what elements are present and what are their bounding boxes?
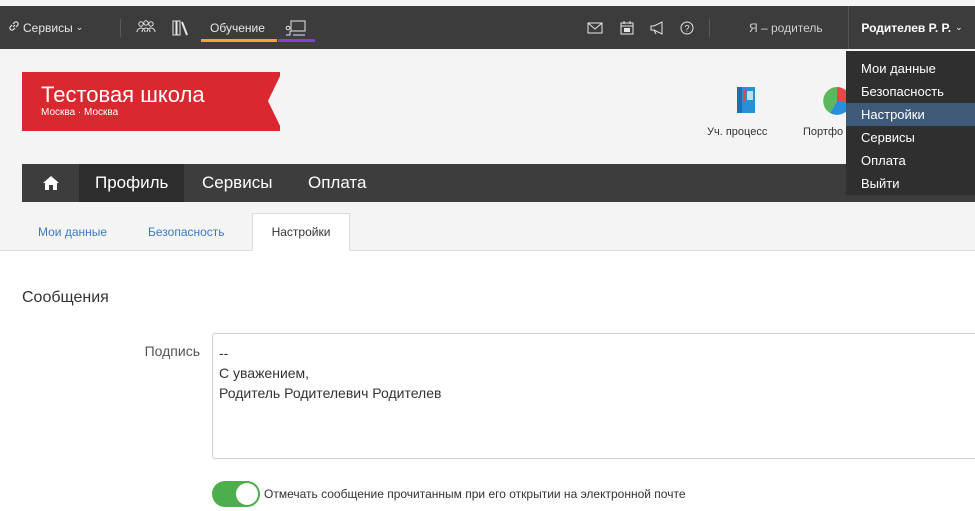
learning-underline xyxy=(201,39,277,42)
signature-textarea[interactable]: -- С уважением, Родитель Родителевич Род… xyxy=(212,333,975,459)
user-dropdown-menu: Мои данные Безопасность Настройки Сервис… xyxy=(846,51,975,195)
section-title: Сообщения xyxy=(22,289,109,306)
menu-item-logout[interactable]: Выйти xyxy=(846,172,975,195)
link-process[interactable]: Уч. процесс xyxy=(707,126,767,138)
help-icon[interactable]: ? xyxy=(680,6,694,49)
divider xyxy=(120,19,121,37)
user-name: Родителев Р. Р. xyxy=(861,20,952,35)
notebook-icon[interactable] xyxy=(735,86,757,119)
link-portfolio[interactable]: Портфо xyxy=(803,126,843,138)
tab-settings[interactable]: Настройки xyxy=(252,213,350,251)
library-icon[interactable] xyxy=(172,6,190,49)
calendar-icon[interactable] xyxy=(620,6,634,49)
whiteboard-icon[interactable] xyxy=(285,6,307,49)
mark-read-toggle[interactable] xyxy=(212,481,260,507)
home-icon[interactable] xyxy=(22,164,79,202)
user-menu-button[interactable]: Родителев Р. Р. ⌄ xyxy=(848,6,975,49)
signature-label: Подпись xyxy=(144,343,200,359)
nav-profile[interactable]: Профиль xyxy=(79,164,185,202)
people-icon[interactable] xyxy=(136,6,156,49)
nav-services[interactable]: Сервисы xyxy=(186,164,288,202)
tabs-divider xyxy=(0,250,975,251)
learning-menu[interactable]: Обучение xyxy=(210,6,265,49)
logo-notch xyxy=(268,72,282,130)
school-city: Москва · Москва xyxy=(41,107,119,118)
role-label: Я – родитель xyxy=(749,20,823,35)
menu-item-settings[interactable]: Настройки xyxy=(846,103,975,126)
tab-security[interactable]: Безопасность xyxy=(148,225,225,239)
chevron-down-icon: ⌄ xyxy=(75,22,84,32)
whiteboard-underline xyxy=(278,39,315,42)
services-menu[interactable]: Сервисы ⌄ xyxy=(8,6,83,49)
menu-item-payment[interactable]: Оплата xyxy=(846,149,975,172)
tab-settings-label: Настройки xyxy=(271,225,331,239)
link-icon xyxy=(8,20,20,35)
svg-text:?: ? xyxy=(684,23,689,33)
tab-my-data[interactable]: Мои данные xyxy=(38,225,107,239)
divider xyxy=(709,19,710,37)
toggle-knob xyxy=(236,483,258,505)
mail-icon[interactable] xyxy=(587,6,603,49)
menu-item-my-data[interactable]: Мои данные xyxy=(846,57,975,80)
megaphone-icon[interactable] xyxy=(650,6,666,49)
school-name: Тестовая школа xyxy=(41,82,205,107)
nav-payment[interactable]: Оплата xyxy=(292,164,382,202)
chevron-down-icon: ⌄ xyxy=(955,22,963,32)
menu-item-security[interactable]: Безопасность xyxy=(846,80,975,103)
toggle-label: Отмечать сообщение прочитанным при его о… xyxy=(264,487,686,501)
learning-label: Обучение xyxy=(210,20,265,35)
services-label: Сервисы xyxy=(23,20,73,35)
menu-item-services[interactable]: Сервисы xyxy=(846,126,975,149)
role-switch[interactable]: Я – родитель xyxy=(749,6,823,49)
